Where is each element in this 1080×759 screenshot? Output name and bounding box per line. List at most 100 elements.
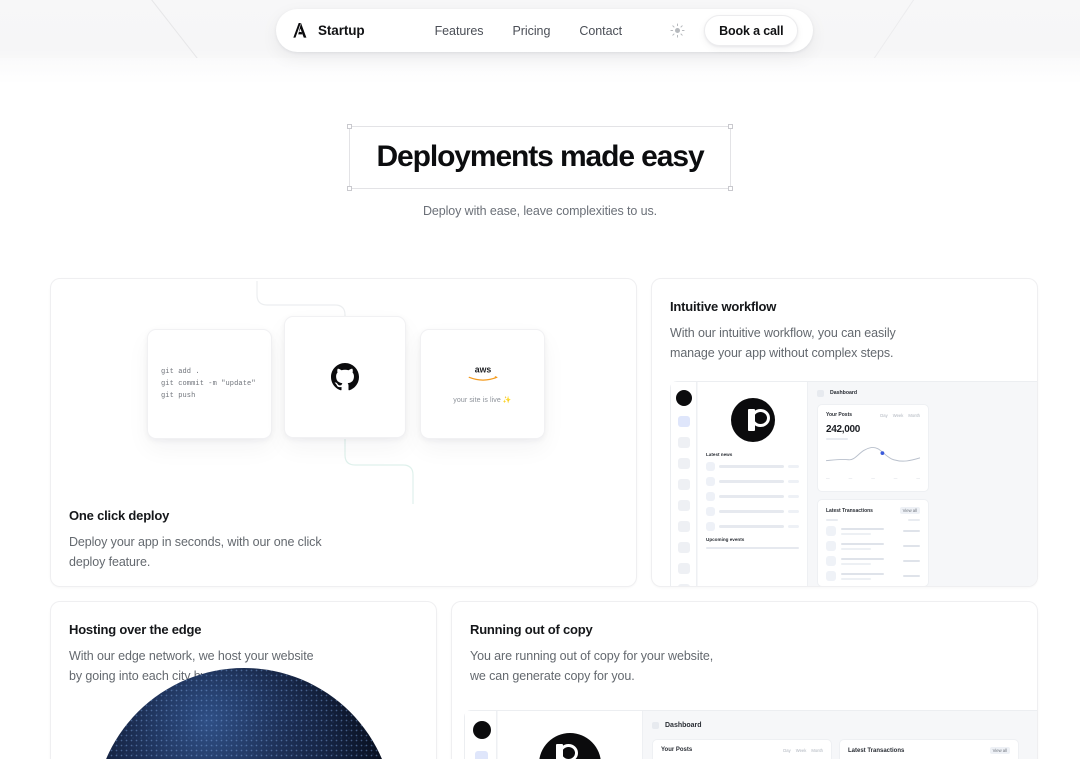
card-latest-transactions: Latest Transactions View all (817, 499, 929, 586)
item-meta (788, 465, 799, 468)
nav-link-contact[interactable]: Contact (579, 24, 622, 38)
list-item[interactable] (706, 492, 799, 501)
card-hosting-over-the-edge: Hosting over the edge With our edge netw… (50, 601, 437, 759)
brand-name: Startup (318, 23, 365, 38)
segmented-control[interactable]: Day Week Month (880, 413, 920, 418)
resize-handle-top-left[interactable] (347, 124, 353, 129)
segment-month[interactable]: Month (908, 413, 920, 418)
card-title: One click deploy (69, 508, 170, 523)
item-line (719, 510, 784, 513)
segment-day[interactable]: Day (783, 748, 790, 753)
table-row[interactable] (826, 526, 920, 537)
row-amount (903, 544, 920, 548)
row-amount (903, 559, 920, 563)
item-meta (788, 510, 799, 513)
aws-card: aws your site is live ✨ (420, 329, 545, 439)
menu-icon[interactable] (652, 721, 659, 729)
resize-handle-top-right[interactable] (727, 124, 733, 129)
brand[interactable]: Startup (290, 21, 365, 40)
card-description: Deploy your app in seconds, with our one… (69, 535, 322, 569)
row-amount (903, 574, 920, 578)
list-item[interactable] (706, 547, 799, 550)
rail-icon-1[interactable] (475, 751, 488, 759)
item-icon (706, 492, 715, 501)
segment-day[interactable]: Day (880, 413, 887, 418)
item-line (719, 480, 784, 483)
card-description: With our intuitive workflow, you can eas… (670, 326, 896, 360)
item-line (706, 547, 799, 550)
rail-icon-9[interactable] (678, 584, 690, 586)
table-row[interactable] (826, 541, 920, 552)
dashboard-mock-2: Dashboard Your Posts Day Week Month Late… (464, 710, 1037, 759)
segment-month[interactable]: Month (811, 748, 823, 753)
list-item[interactable] (706, 522, 799, 531)
table-header (826, 519, 920, 522)
item-meta (788, 495, 799, 498)
segment-week[interactable]: Week (893, 413, 904, 418)
nav-links: Features Pricing Contact (435, 24, 623, 38)
rail-icon-3[interactable] (678, 458, 690, 469)
item-icon (706, 477, 715, 486)
row-icon (826, 541, 836, 552)
card-title: Latest Transactions (826, 507, 873, 514)
dashboard-title: Dashboard (830, 390, 858, 396)
latest-news-title: Latest news (706, 452, 733, 457)
rail-icon-4[interactable] (678, 479, 690, 490)
table-row[interactable] (826, 556, 920, 567)
upcoming-events-title: Upcoming events (706, 537, 745, 542)
dashboard-topbar: Dashboard (809, 382, 1037, 404)
menu-icon[interactable] (817, 389, 824, 397)
theme-toggle-button[interactable] (668, 22, 686, 40)
card-description: You are running out of copy for your web… (470, 649, 714, 683)
dashboard-news-panel (498, 711, 643, 759)
list-item[interactable] (706, 477, 799, 486)
card-running-out-of-copy: Running out of copy You are running out … (451, 601, 1038, 759)
resize-handle-bottom-left[interactable] (347, 186, 353, 192)
rail-icon-2[interactable] (678, 437, 690, 448)
rail-icon-5[interactable] (678, 500, 690, 511)
avatar (539, 733, 601, 759)
globe-visual (51, 668, 436, 759)
card-latest-transactions: Latest Transactions View all (839, 739, 1019, 759)
header-fade (0, 58, 1080, 84)
feature-row-1: git add . git commit -m "update" git pus… (50, 278, 1038, 587)
deploy-visual: git add . git commit -m "update" git pus… (51, 279, 636, 504)
card-title: Your Posts (661, 747, 693, 753)
page-title: Deployments made easy (376, 140, 704, 173)
rail-icon-6[interactable] (678, 521, 690, 532)
view-all-link[interactable]: View all (989, 747, 1010, 754)
item-icon (706, 522, 715, 531)
hero-subtitle: Deploy with ease, leave complexities to … (422, 204, 657, 219)
segment-week[interactable]: Week (796, 748, 807, 753)
view-all-link[interactable]: View all (899, 507, 920, 514)
item-line (719, 495, 784, 498)
dashboard-cards: Your Posts Day Week Month 242,000 — — — … (809, 404, 1037, 586)
page-title-selection-box[interactable]: Deployments made easy (347, 124, 733, 192)
metric-subline (826, 438, 848, 440)
hero-section: Deployments made easy Deploy with ease, … (0, 124, 1080, 219)
avatar (730, 398, 775, 442)
rail-icon-1[interactable] (678, 416, 690, 427)
rail-icon-8[interactable] (678, 563, 690, 574)
list-item[interactable] (706, 462, 799, 471)
item-meta (788, 525, 799, 528)
nav-link-features[interactable]: Features (435, 24, 484, 38)
dashboard-topbar: Dashboard (644, 711, 1037, 739)
segmented-control[interactable]: Day Week Month (783, 748, 823, 753)
dashboard-preview-top: Latest news Upcoming events Dashboard Yo… (670, 381, 1037, 586)
item-line (719, 525, 784, 528)
resize-handle-bottom-right[interactable] (727, 186, 733, 192)
list-item[interactable] (706, 507, 799, 516)
row-icon (826, 571, 836, 582)
nav-link-pricing[interactable]: Pricing (513, 24, 551, 38)
dotted-globe-icon (93, 668, 394, 759)
table-row[interactable] (826, 571, 920, 582)
item-icon (706, 462, 715, 471)
git-code: git add . git commit -m "update" git pus… (161, 368, 256, 401)
triangle-a-logo-icon (293, 22, 307, 38)
card-title: Intuitive workflow (670, 299, 777, 314)
rail-icon-7[interactable] (678, 542, 690, 553)
line-chart (825, 447, 921, 462)
card-your-posts: Your Posts Day Week Month 242,000 — — — … (817, 404, 929, 492)
book-a-call-button[interactable]: Book a call (704, 15, 799, 46)
